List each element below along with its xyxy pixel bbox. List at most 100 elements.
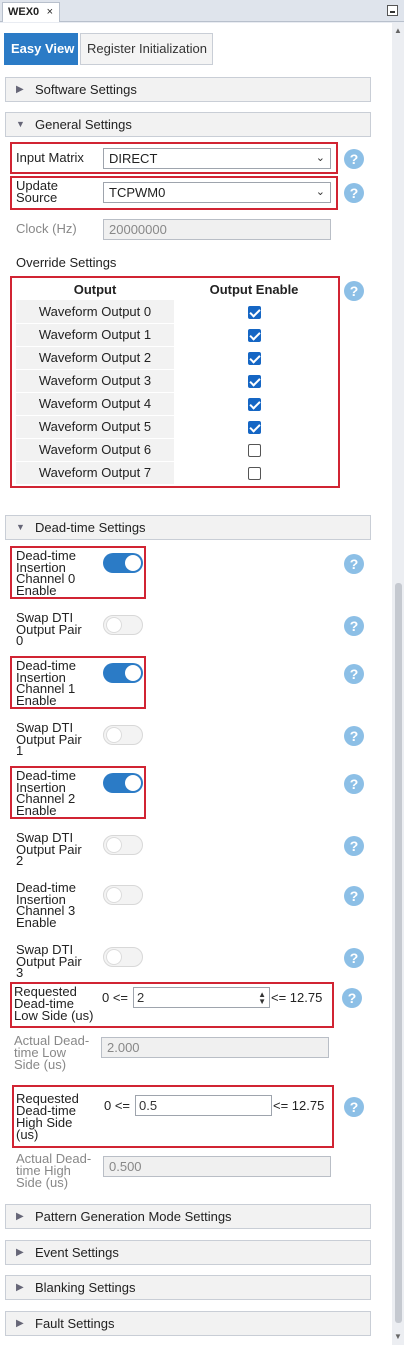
help-icon[interactable]: ? [344,948,364,968]
toggle-switch[interactable] [103,725,143,745]
help-icon[interactable]: ? [344,554,364,574]
actual-high-field: 0.500 [103,1156,331,1177]
section-fault-settings[interactable]: ▶ Fault Settings [5,1311,371,1336]
vertical-scrollbar[interactable]: ▲ ▼ [392,23,404,1345]
table-row: Waveform Output 5 [16,415,334,439]
label-line: (us) [16,1127,39,1142]
label-line: Side (us) [16,1175,69,1190]
help-icon[interactable]: ? [344,886,364,906]
section-label: Software Settings [35,82,137,97]
help-icon[interactable]: ? [344,149,364,169]
dead-time-item-label: Swap DTI Output Pair 2 [16,831,82,866]
output-enable-checkbox[interactable] [247,444,261,458]
scrollbar-thumb[interactable] [395,583,402,1323]
output-enable-checkbox[interactable] [247,329,261,343]
output-enable-checkbox[interactable] [247,375,261,389]
output-enable-checkbox[interactable] [247,398,261,412]
output-name-cell: Waveform Output 7 [16,461,174,485]
section-general-settings[interactable]: ▼ General Settings [5,112,371,137]
help-icon[interactable]: ? [344,726,364,746]
chevron-down-icon: ⌄ [315,152,325,164]
document-tab[interactable]: WEX0 × [2,2,60,22]
toggle-switch[interactable] [103,773,143,793]
section-label: Fault Settings [35,1316,115,1331]
scroll-up-icon[interactable]: ▲ [392,25,404,37]
toggle-switch[interactable] [103,947,143,967]
toggle-switch[interactable] [103,885,143,905]
output-enable-cell [174,323,334,347]
dead-time-item-label: Dead-time Insertion Channel 0 Enable [16,549,76,596]
section-label: Dead-time Settings [35,520,146,535]
dead-time-item-label: Swap DTI Output Pair 0 [16,611,82,646]
help-icon[interactable]: ? [344,1097,364,1117]
chevron-down-icon: ⌄ [315,186,325,198]
help-icon[interactable]: ? [344,281,364,301]
output-enable-checkbox[interactable] [247,421,261,435]
label-line: Side (us) [14,1057,67,1072]
section-software-settings[interactable]: ▶ Software Settings [5,77,371,102]
close-icon[interactable]: × [47,3,53,21]
minimize-icon[interactable] [387,5,398,16]
help-icon[interactable]: ? [344,664,364,684]
toggle-switch[interactable] [103,615,143,635]
help-icon[interactable]: ? [342,988,362,1008]
table-row: Waveform Output 3 [16,369,334,393]
label-line: 3 [16,965,24,980]
tab-register-initialization[interactable]: Register Initialization [80,33,213,65]
requested-low-input[interactable]: 2 ▲ ▼ [133,987,270,1008]
section-dead-time-settings[interactable]: ▼ Dead-time Settings [5,515,371,540]
help-icon[interactable]: ? [344,836,364,856]
section-pattern-generation-mode-settings[interactable]: ▶ Pattern Generation Mode Settings [5,1204,371,1229]
output-enable-checkbox[interactable] [247,352,261,366]
range-max-label: <= 12.75 [273,1098,325,1113]
update-source-select[interactable]: TCPWM0 ⌄ [103,182,331,203]
input-matrix-value: DIRECT [109,151,158,166]
requested-high-label: Requested Dead-time High Side (us) [16,1092,79,1142]
tab-easy-view[interactable]: Easy View [4,33,78,65]
toggle-knob [125,555,141,571]
label-line: Low Side (us) [14,1008,94,1023]
toggle-knob [106,617,122,633]
output-name-cell: Waveform Output 1 [16,323,174,347]
table-row: Waveform Output 0 [16,300,334,324]
document-tab-title: WEX0 [8,6,40,18]
label-line: Enable [16,914,57,930]
expand-arrow-icon: ▶ [16,1282,24,1293]
label-line: 1 [16,743,24,758]
dead-time-item-label: Swap DTI Output Pair 3 [16,943,82,980]
output-name-cell: Waveform Output 3 [16,369,174,393]
help-icon[interactable]: ? [344,183,364,203]
requested-high-input[interactable]: 0.5 [135,1095,272,1116]
scroll-down-icon[interactable]: ▼ [392,1331,404,1343]
toggle-switch[interactable] [103,553,143,573]
label-line: Output Pair [16,841,82,857]
help-icon[interactable]: ? [344,616,364,636]
dead-time-item-label: Dead-time Insertion Channel 3 Enable [16,881,76,930]
output-name-cell: Waveform Output 6 [16,438,174,462]
label-line: Output Pair [16,731,82,747]
section-blanking-settings[interactable]: ▶ Blanking Settings [5,1275,371,1300]
toggle-switch[interactable] [103,835,143,855]
section-event-settings[interactable]: ▶ Event Settings [5,1240,371,1265]
section-label: Pattern Generation Mode Settings [35,1209,232,1224]
actual-high-label: Actual Dead- time High Side (us) [16,1152,91,1190]
label-line: Enable [16,692,57,708]
output-enable-checkbox[interactable] [247,305,261,319]
label-line: Output Pair [16,621,82,637]
clock-label: Clock (Hz) [16,221,77,236]
output-enable-cell [174,438,334,462]
output-enable-cell [174,461,334,485]
toggle-knob [125,665,141,681]
table-row: Waveform Output 4 [16,392,334,416]
spinner-icon[interactable]: ▲ ▼ [258,991,266,1006]
override-settings-label: Override Settings [16,255,117,270]
help-icon[interactable]: ? [344,774,364,794]
dead-time-item-label: Dead-time Insertion Channel 1 Enable [16,659,76,708]
toggle-switch[interactable] [103,663,143,683]
table-header-row: Output Output Enable [16,278,334,300]
column-header-output-enable: Output Enable [209,281,299,297]
expand-arrow-icon: ▶ [16,1247,24,1258]
input-matrix-select[interactable]: DIRECT ⌄ [103,148,331,169]
toggle-knob [106,727,122,743]
output-enable-checkbox[interactable] [247,467,261,481]
